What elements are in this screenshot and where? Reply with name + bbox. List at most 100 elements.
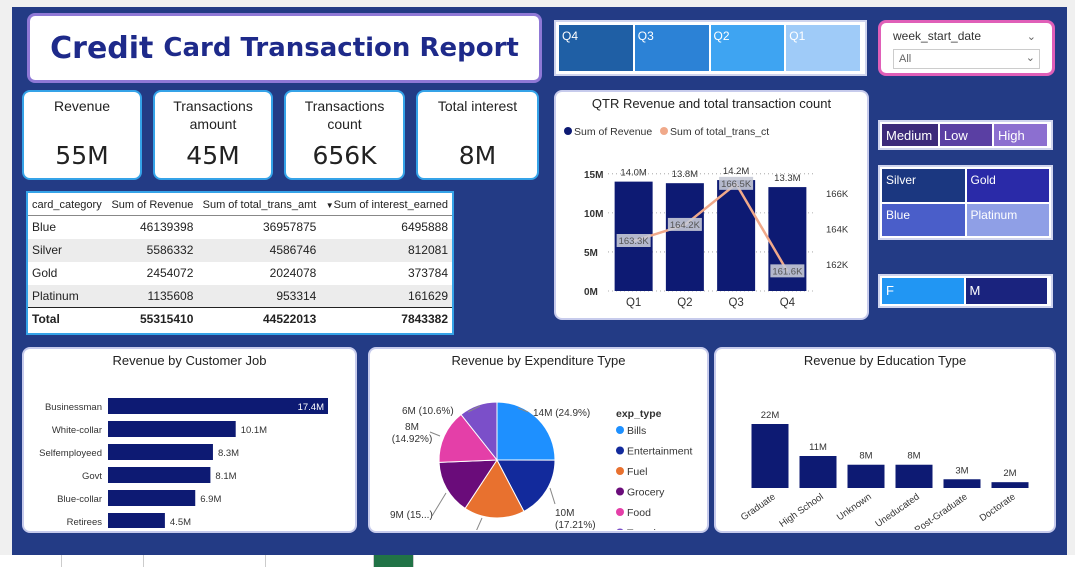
x-tick-label: Uneducated	[873, 491, 921, 529]
pie-data-label: 8M (14.92%)	[392, 422, 433, 445]
table-row[interactable]: Silver 5586332 4586746 812081	[28, 238, 452, 262]
table-row[interactable]: Gold 2454072 2024078 373784	[28, 262, 452, 285]
quarter-slicer: Q4 Q3 Q2 Q1	[554, 20, 867, 76]
table-cell: 46139398	[139, 220, 194, 235]
table-row[interactable]: Platinum 1135608 953314 161629	[28, 284, 452, 308]
page-tab[interactable]	[62, 555, 144, 567]
job-bar	[108, 398, 328, 414]
y-tick-label: 10M	[584, 209, 603, 220]
legend-marker	[616, 487, 624, 496]
report-canvas: Credit Card Transaction Report Revenue 5…	[12, 7, 1067, 555]
slicer-low[interactable]: Low	[939, 124, 992, 146]
slicer-q1[interactable]: Q1	[786, 25, 860, 71]
slicer-q4[interactable]: Q4	[559, 25, 633, 71]
table-cell: 4586746	[197, 238, 321, 262]
page-tab[interactable]	[144, 555, 266, 567]
chart-title: Revenue by Expenditure Type	[451, 353, 626, 368]
legend-label: Entertainment	[627, 446, 692, 458]
legend-marker	[660, 127, 668, 135]
week-dropdown[interactable]: All ⌄	[893, 49, 1040, 69]
kpi-label: Total interest	[437, 98, 518, 114]
y2-tick-label: 162K	[826, 260, 849, 271]
table-cell: 36957875	[262, 220, 317, 235]
chevron-down-icon[interactable]: ⌄	[1027, 30, 1036, 43]
table-header[interactable]: Sum of total_trans_amt	[197, 193, 321, 216]
y-tick-label: White-collar	[52, 425, 102, 436]
revenue-bar	[717, 180, 756, 291]
dropdown-value: All	[899, 53, 912, 65]
kpi-value: 45M	[186, 141, 240, 170]
table-header-label: Sum of interest_earned	[333, 199, 448, 211]
label-leader	[473, 517, 483, 537]
table-cell: 2454072	[146, 266, 194, 280]
education-chart-card: Revenue by Education Type 22M Graduate 11M…	[714, 347, 1056, 536]
table-header[interactable]: card_category	[28, 193, 107, 216]
table-header[interactable]: Sum of Revenue	[106, 193, 198, 216]
x-tick-label: Q4	[780, 297, 796, 309]
page-tab-active[interactable]	[374, 555, 414, 567]
job-bar	[108, 444, 213, 460]
x-tick-label: Unknown	[835, 491, 874, 523]
slicer-m[interactable]: M	[965, 278, 1047, 304]
slicer-gold[interactable]: Gold	[966, 169, 1049, 202]
label-leader	[431, 492, 447, 517]
bar-data-label: 22M	[761, 410, 780, 421]
legend-marker	[564, 127, 572, 135]
kpi-value: 55M	[55, 141, 109, 170]
slicer-silver[interactable]: Silver	[882, 169, 965, 202]
table-row[interactable]: Blue 46139398 36957875 6495888	[28, 216, 452, 239]
page-tab[interactable]	[0, 555, 62, 567]
legend-label: Sum of total_trans_ct	[670, 126, 769, 138]
legend-title: exp_type	[616, 408, 662, 420]
slicer-q3[interactable]: Q3	[634, 25, 709, 71]
bar-data-label: 11M	[809, 442, 827, 453]
y-tick-label: 15M	[584, 170, 603, 181]
kpi-label: Revenue	[53, 98, 111, 114]
slicer-platinum[interactable]: Platinum	[966, 203, 1049, 236]
legend-label: Bills	[627, 425, 646, 437]
line-data-label: 164.2K	[670, 220, 701, 231]
chart-title: QTR Revenue and total transaction count	[591, 96, 832, 111]
legend-label: Sum of Revenue	[574, 126, 652, 138]
bar-data-label: 14.0M	[620, 168, 646, 179]
bar-data-label: 8M	[859, 451, 872, 462]
kpi-transactions-count-card: Transactions count 656K	[284, 90, 405, 180]
slicer-q2[interactable]: Q2	[710, 25, 785, 71]
chart-title: Revenue by Customer Job	[112, 353, 267, 368]
education-bar	[799, 456, 837, 488]
y-tick-label: Retirees	[67, 517, 103, 528]
table-cell: 953314	[197, 284, 321, 308]
label-line: (14.92%)	[392, 434, 433, 445]
table-cell: Blue	[32, 220, 57, 235]
bar-data-label: 4.5M	[170, 517, 191, 528]
table-cell: 2024078	[269, 266, 317, 280]
slicer-medium[interactable]: Medium	[882, 124, 938, 146]
bar-data-label: 8M	[907, 451, 920, 462]
pie-data-label: 14M (24.9%)	[533, 408, 590, 419]
bar-data-label: 13.8M	[672, 169, 698, 180]
report-title-card: Credit Card Transaction Report	[27, 13, 542, 83]
report-title-part2: Card Transaction Report	[163, 33, 519, 63]
job-bar	[108, 421, 236, 437]
page-tab[interactable]	[266, 555, 374, 567]
slicer-high[interactable]: High	[993, 124, 1047, 146]
y-tick-label: Govt	[82, 471, 102, 482]
pie-data-label: 10M (17.21%)	[555, 508, 596, 530]
x-tick-label: Post-Graduate	[913, 491, 970, 530]
table-cell: 161629	[320, 284, 452, 308]
bar-data-label: 2M	[1003, 468, 1016, 479]
slicer-label: week_start_date	[893, 29, 982, 43]
slicer-f[interactable]: F	[882, 278, 964, 304]
legend-label: Fuel	[627, 466, 647, 478]
bar-data-label: 8.1M	[215, 471, 236, 482]
education-chart: 22M Graduate 11M High School 8M Unknown 8M Uned…	[739, 410, 1029, 536]
slicer-blue[interactable]: Blue	[882, 203, 965, 236]
table-header-sorted[interactable]: ▼Sum of interest_earned	[320, 193, 452, 216]
y2-tick-label: 166K	[826, 189, 849, 200]
line-data-label: 161.6K	[772, 266, 803, 277]
table-cell: Gold	[32, 266, 58, 280]
table-cell: 6495888	[401, 220, 448, 235]
table-cell: 373784	[407, 266, 448, 280]
trans-count-line	[633, 181, 789, 272]
y-tick-label: 5M	[584, 248, 598, 259]
